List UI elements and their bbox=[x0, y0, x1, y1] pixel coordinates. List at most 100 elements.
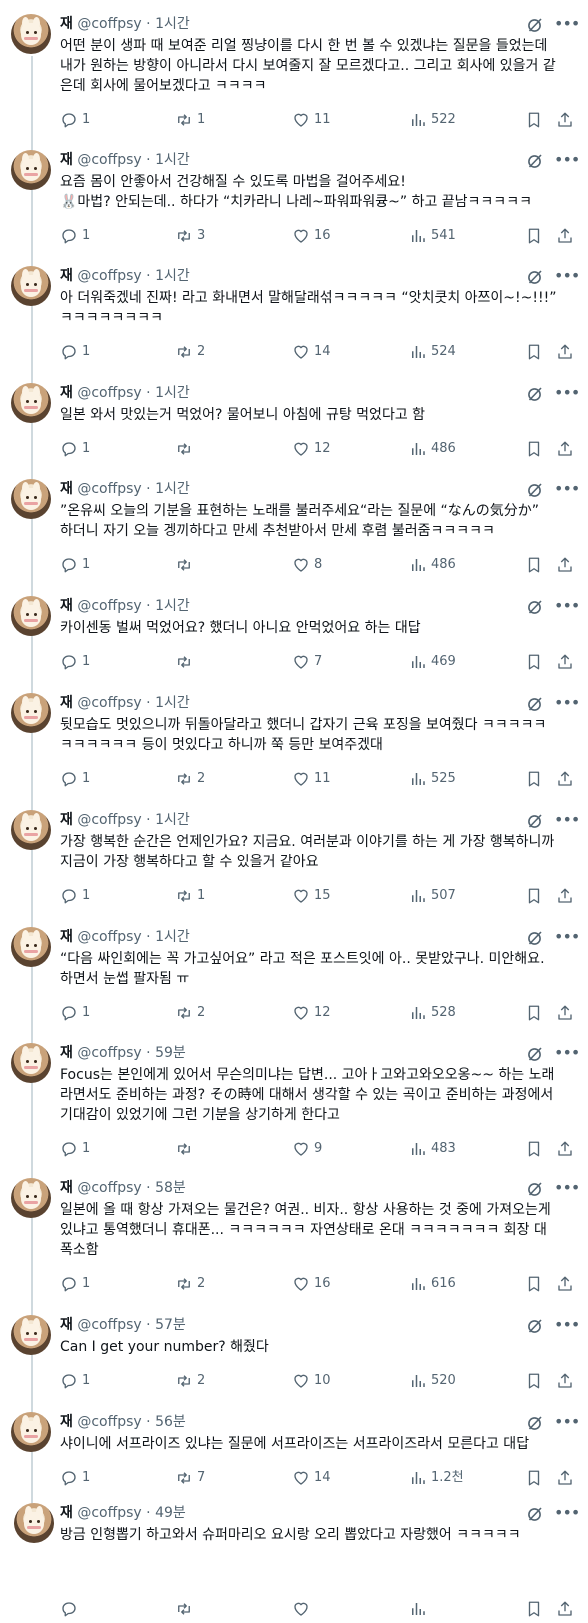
tweet[interactable]: 재 @coffpsy · 1시간 ••• 일본 와서 맛있는거 먹었어? 물어보… bbox=[0, 383, 588, 463]
author-name[interactable]: 재 bbox=[60, 598, 73, 614]
avatar[interactable] bbox=[11, 479, 51, 519]
avatar[interactable] bbox=[14, 1503, 54, 1543]
author-handle[interactable]: @coffpsy bbox=[77, 268, 141, 284]
more-icon[interactable]: ••• bbox=[554, 385, 580, 403]
tweet-time[interactable]: 1시간 bbox=[155, 598, 190, 614]
author-name[interactable]: 재 bbox=[60, 1505, 73, 1521]
author-handle[interactable]: @coffpsy bbox=[77, 812, 141, 828]
grok-icon[interactable] bbox=[527, 930, 543, 946]
author-name[interactable]: 재 bbox=[60, 1317, 73, 1333]
tweet[interactable]: 재 @coffpsy · 57분 ••• Can I get your numb… bbox=[0, 1315, 588, 1395]
tweet-time[interactable]: 49분 bbox=[155, 1505, 186, 1521]
author-handle[interactable]: @coffpsy bbox=[77, 152, 141, 168]
more-icon[interactable]: ••• bbox=[554, 152, 580, 170]
avatar[interactable] bbox=[11, 927, 51, 967]
grok-icon[interactable] bbox=[527, 386, 543, 402]
author-handle[interactable]: @coffpsy bbox=[77, 1317, 141, 1333]
author-handle[interactable]: @coffpsy bbox=[77, 1045, 141, 1061]
avatar[interactable] bbox=[11, 383, 51, 423]
grok-icon[interactable] bbox=[527, 599, 543, 615]
tweet-time[interactable]: 59분 bbox=[155, 1045, 186, 1061]
author-handle[interactable]: @coffpsy bbox=[77, 1180, 141, 1196]
author-name[interactable]: 재 bbox=[60, 1180, 73, 1196]
avatar[interactable] bbox=[11, 14, 51, 54]
avatar[interactable] bbox=[11, 1412, 51, 1452]
more-icon[interactable]: ••• bbox=[554, 1317, 580, 1335]
grok-icon[interactable] bbox=[527, 482, 543, 498]
grok-icon[interactable] bbox=[527, 696, 543, 712]
tweet-time[interactable]: 1시간 bbox=[155, 268, 190, 284]
avatar[interactable] bbox=[11, 1315, 51, 1355]
tweet[interactable]: 재 @coffpsy · 1시간 ••• 요즘 몸이 안좋아서 건강해질 수 있… bbox=[0, 150, 588, 250]
tweet[interactable]: 재 @coffpsy · 58분 ••• 일본에 올 때 항상 가져오는 물건은… bbox=[0, 1178, 588, 1298]
grok-icon[interactable] bbox=[527, 17, 543, 33]
tweet[interactable]: 재 @coffpsy · 1시간 ••• 어떤 분이 생파 때 보여준 리얼 찡… bbox=[0, 14, 588, 134]
author-name[interactable]: 재 bbox=[60, 812, 73, 828]
tweet-time[interactable]: 1시간 bbox=[155, 695, 190, 711]
avatar[interactable] bbox=[11, 810, 51, 850]
tweet[interactable]: 재 @coffpsy · 1시간 ••• 가장 행복한 순간은 언제인가요? 지… bbox=[0, 810, 588, 910]
tweet[interactable]: 재 @coffpsy · 59분 ••• Focus는 본인에게 있어서 무슨의… bbox=[0, 1043, 588, 1163]
avatar[interactable] bbox=[11, 266, 51, 306]
author-name[interactable]: 재 bbox=[60, 268, 73, 284]
author-name[interactable]: 재 bbox=[60, 481, 73, 497]
tweet[interactable]: 재 @coffpsy · 1시간 ••• 뒷모습도 멋있으니까 뒤돌아달라고 했… bbox=[0, 693, 588, 793]
grok-icon[interactable] bbox=[527, 1181, 543, 1197]
author-handle[interactable]: @coffpsy bbox=[77, 1505, 141, 1521]
tweet[interactable]: 재 @coffpsy · 1시간 ••• 아 더워죽겠네 진짜! 라고 화내면서… bbox=[0, 266, 588, 366]
tweet-time[interactable]: 1시간 bbox=[155, 152, 190, 168]
avatar[interactable] bbox=[11, 1178, 51, 1218]
author-handle[interactable]: @coffpsy bbox=[77, 929, 141, 945]
more-icon[interactable]: ••• bbox=[554, 1180, 580, 1198]
grok-icon[interactable] bbox=[527, 153, 543, 169]
grok-icon[interactable] bbox=[527, 1415, 543, 1431]
author-handle[interactable]: @coffpsy bbox=[77, 598, 141, 614]
tweet-time[interactable]: 58분 bbox=[155, 1180, 186, 1196]
avatar[interactable] bbox=[11, 693, 51, 733]
tweet[interactable]: 재 @coffpsy · 49분 ••• 방금 인형뽑기 하고와서 슈퍼마리오 … bbox=[0, 1503, 588, 1623]
more-icon[interactable]: ••• bbox=[554, 268, 580, 286]
tweet-time[interactable]: 1시간 bbox=[155, 929, 190, 945]
author-name[interactable]: 재 bbox=[60, 16, 73, 32]
tweet-time[interactable]: 57분 bbox=[155, 1317, 186, 1333]
tweet[interactable]: 재 @coffpsy · 1시간 ••• ”온유씨 오늘의 기분을 표현하는 노… bbox=[0, 479, 588, 579]
avatar[interactable] bbox=[11, 1043, 51, 1083]
grok-icon[interactable] bbox=[527, 1318, 543, 1334]
author-name[interactable]: 재 bbox=[60, 152, 73, 168]
tweet-time[interactable]: 1시간 bbox=[155, 812, 190, 828]
grok-icon[interactable] bbox=[527, 1046, 543, 1062]
author-handle[interactable]: @coffpsy bbox=[77, 16, 141, 32]
author-name[interactable]: 재 bbox=[60, 1414, 73, 1430]
more-icon[interactable]: ••• bbox=[554, 812, 580, 830]
more-icon[interactable]: ••• bbox=[554, 1045, 580, 1063]
author-name[interactable]: 재 bbox=[60, 695, 73, 711]
more-icon[interactable]: ••• bbox=[554, 695, 580, 713]
author-handle[interactable]: @coffpsy bbox=[77, 695, 141, 711]
author-handle[interactable]: @coffpsy bbox=[77, 385, 141, 401]
heart-icon bbox=[294, 1142, 308, 1156]
tweet[interactable]: 재 @coffpsy · 1시간 ••• 카이센동 벌써 먹었어요? 했더니 아… bbox=[0, 596, 588, 676]
grok-icon[interactable] bbox=[527, 1506, 543, 1522]
author-handle[interactable]: @coffpsy bbox=[77, 1414, 141, 1430]
author-name[interactable]: 재 bbox=[60, 1045, 73, 1061]
tweet-time[interactable]: 1시간 bbox=[155, 385, 190, 401]
avatar[interactable] bbox=[11, 596, 51, 636]
more-icon[interactable]: ••• bbox=[554, 1414, 580, 1432]
tweet-time[interactable]: 1시간 bbox=[155, 481, 190, 497]
avatar[interactable] bbox=[11, 150, 51, 190]
tweet-time[interactable]: 56분 bbox=[155, 1414, 186, 1430]
more-icon[interactable]: ••• bbox=[554, 929, 580, 947]
author-name[interactable]: 재 bbox=[60, 929, 73, 945]
grok-icon[interactable] bbox=[527, 269, 543, 285]
grok-icon[interactable] bbox=[527, 813, 543, 829]
more-icon[interactable]: ••• bbox=[554, 16, 580, 34]
author-name[interactable]: 재 bbox=[60, 385, 73, 401]
more-icon[interactable]: ••• bbox=[554, 481, 580, 499]
more-icon[interactable]: ••• bbox=[554, 598, 580, 616]
author-handle[interactable]: @coffpsy bbox=[77, 481, 141, 497]
more-icon[interactable]: ••• bbox=[554, 1505, 580, 1523]
views-icon bbox=[412, 773, 425, 785]
tweet[interactable]: 재 @coffpsy · 56분 ••• 샤이니에 서프라이즈 있냐는 질문에 … bbox=[0, 1412, 588, 1492]
tweet[interactable]: 재 @coffpsy · 1시간 ••• “다음 싸인회에는 꼭 가고싶어요” … bbox=[0, 927, 588, 1027]
tweet-time[interactable]: 1시간 bbox=[155, 16, 190, 32]
